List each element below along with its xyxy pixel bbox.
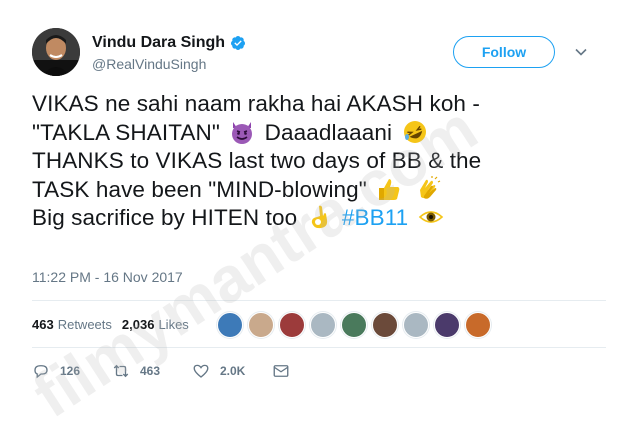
chevron-down-icon[interactable] <box>574 45 588 59</box>
tweet-timestamp[interactable]: 11:22 PM - 16 Nov 2017 <box>32 269 183 285</box>
thumbs-up-emoji <box>379 178 400 200</box>
liker-avatar[interactable] <box>465 312 491 338</box>
retweet-button[interactable]: 463 <box>112 362 192 380</box>
smiling-devil-emoji <box>232 121 253 144</box>
retweets-count[interactable]: 463 <box>32 317 54 332</box>
engagement-stats: 463 Retweets 2,036 Likes <box>32 313 189 335</box>
reply-button[interactable]: 126 <box>32 362 112 380</box>
reply-count: 126 <box>60 364 81 378</box>
liker-avatar[interactable] <box>403 312 429 338</box>
tweet-line-1: VIKAS ne sahi naam rakha hai AKASH koh - <box>32 91 480 116</box>
rolling-laughing-emoji <box>403 120 426 143</box>
liker-avatars <box>217 312 496 338</box>
eye-emoji <box>418 211 443 223</box>
likes-label[interactable]: Likes <box>158 317 188 332</box>
author-display-name[interactable]: Vindu Dara Singh <box>92 34 225 52</box>
author-name-row: Vindu Dara Singh <box>92 34 246 52</box>
liker-avatar[interactable] <box>341 312 367 338</box>
direct-message-button[interactable] <box>272 362 290 380</box>
ok-hand-emoji <box>311 205 327 229</box>
tweet-actions: 126 463 2.0K <box>32 362 290 380</box>
direct-message-icon <box>273 365 289 377</box>
retweet-count: 463 <box>140 364 161 378</box>
verified-badge-icon <box>231 36 246 50</box>
tweet-line-5-text: Big sacrifice by HITEN too <box>32 205 298 230</box>
like-count: 2.0K <box>220 364 246 378</box>
hashtag-link[interactable]: #BB11 <box>342 205 408 230</box>
reply-icon <box>34 365 48 379</box>
like-button[interactable]: 2.0K <box>192 362 272 380</box>
avatar-photo <box>32 28 80 76</box>
liker-avatar[interactable] <box>279 312 305 338</box>
divider-top <box>32 300 606 301</box>
tweet-card: Vindu Dara Singh @RealVinduSingh Follow … <box>0 0 622 431</box>
divider-bottom <box>32 347 606 348</box>
like-icon <box>193 364 209 378</box>
follow-button[interactable]: Follow <box>453 36 555 68</box>
author-handle[interactable]: @RealVinduSingh <box>92 56 206 72</box>
liker-avatar[interactable] <box>310 312 336 338</box>
tweet-line-2: "TAKLA SHAITAN" Daaadlaaani <box>32 119 607 148</box>
tweet-line-4: TASK have been "MIND-blowing" <box>32 175 607 205</box>
clapping-hands-emoji <box>419 175 440 199</box>
liker-avatar[interactable] <box>434 312 460 338</box>
tweet-line-2-text: "TAKLA SHAITAN" <box>32 119 220 145</box>
tweet-line-3: THANKS to VIKAS last two days of BB & th… <box>32 148 482 173</box>
liker-avatar[interactable] <box>217 312 243 338</box>
liker-avatar[interactable] <box>372 312 398 338</box>
liker-avatar[interactable] <box>248 312 274 338</box>
likes-count[interactable]: 2,036 <box>122 317 155 332</box>
tweet-text: VIKAS ne sahi naam rakha hai AKASH koh -… <box>32 90 607 233</box>
tweet-line-5: Big sacrifice by HITEN too #BB11 <box>32 204 607 233</box>
retweets-label[interactable]: Retweets <box>58 317 112 332</box>
tweet-line-2-after: Daaadlaaani <box>264 119 393 145</box>
retweet-icon <box>113 364 129 378</box>
author-avatar[interactable] <box>32 28 80 76</box>
tweet-line-4-text: TASK have been "MIND-blowing" <box>32 176 367 202</box>
